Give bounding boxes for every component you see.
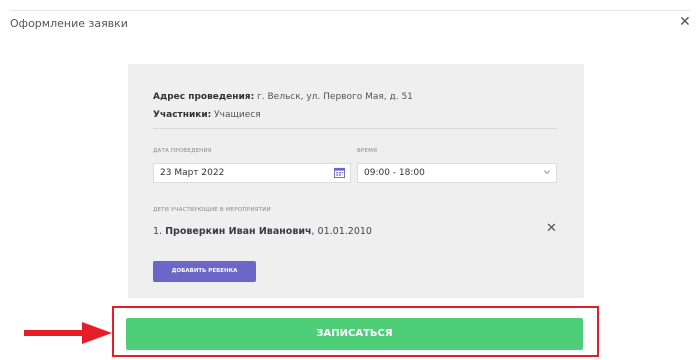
date-label: ДАТА ПРОВЕДЕНИЯ bbox=[153, 148, 212, 154]
event-address: Адрес проведения: г. Вельск, ул. Первого… bbox=[153, 92, 413, 102]
application-form: Адрес проведения: г. Вельск, ул. Первого… bbox=[128, 64, 584, 298]
child-number: 1. bbox=[153, 226, 163, 237]
address-label: Адрес проведения: bbox=[153, 92, 255, 102]
form-divider bbox=[153, 128, 557, 129]
dialog-title: Оформление заявки bbox=[10, 17, 128, 30]
top-divider bbox=[10, 10, 690, 11]
add-child-button[interactable]: ДОБАВИТЬ РЕБЕНКА bbox=[153, 261, 256, 282]
date-input[interactable]: 23 Март 2022 bbox=[153, 163, 351, 183]
child-birthdate: , 01.01.2010 bbox=[311, 226, 372, 237]
date-value: 23 Март 2022 bbox=[160, 168, 225, 178]
time-label: ВРЕМЯ bbox=[357, 148, 378, 154]
child-name: Проверкин Иван Иванович bbox=[165, 226, 312, 237]
time-select[interactable]: 09:00 - 18:00 bbox=[357, 163, 557, 183]
close-icon[interactable]: ✕ bbox=[679, 12, 691, 32]
chevron-down-icon bbox=[544, 170, 550, 175]
time-value: 09:00 - 18:00 bbox=[364, 168, 425, 178]
arrow-icon bbox=[24, 322, 112, 344]
children-label: ДЕТИ УЧАСТВУЮЩИЕ В МЕРОПРИЯТИИ bbox=[153, 207, 271, 213]
remove-icon[interactable]: ✕ bbox=[546, 221, 557, 236]
participants-label: Участники: bbox=[153, 110, 212, 120]
child-list-item: 1. Проверкин Иван Иванович, 01.01.2010 bbox=[153, 226, 372, 237]
address-value: г. Вельск, ул. Первого Мая, д. 51 bbox=[254, 92, 413, 102]
calendar-icon[interactable] bbox=[334, 167, 345, 178]
submit-button[interactable]: ЗАПИСАТЬСЯ bbox=[126, 318, 583, 350]
event-participants: Участники: Учащиеся bbox=[153, 110, 261, 120]
participants-value: Учащиеся bbox=[211, 110, 261, 120]
